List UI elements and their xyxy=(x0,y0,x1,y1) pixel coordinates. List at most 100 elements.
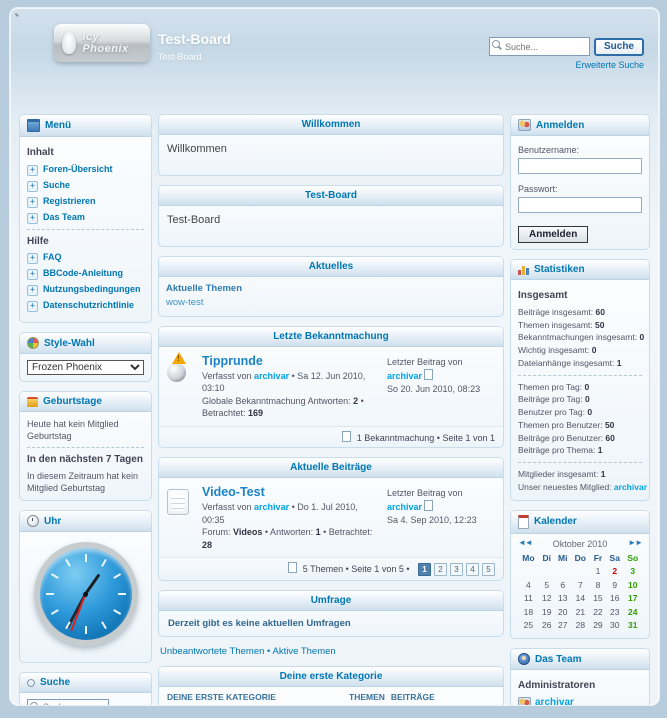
active-topics-link[interactable]: Aktive Themen xyxy=(272,646,335,657)
style-select[interactable]: Frozen Phoenix xyxy=(27,360,144,375)
username-field[interactable] xyxy=(518,158,642,174)
goto-post-icon[interactable] xyxy=(424,500,433,511)
calendar-day: 9 xyxy=(606,579,624,592)
list-item: +Nutzungsbedingungen xyxy=(27,284,144,296)
calendar-icon xyxy=(518,515,529,529)
list-item-link[interactable]: Registrieren xyxy=(43,196,96,207)
page-button[interactable]: 5 xyxy=(482,563,495,576)
author-link[interactable]: archivar xyxy=(254,502,289,512)
password-field[interactable] xyxy=(518,197,642,213)
page-button[interactable]: 3 xyxy=(450,563,463,576)
style-title: Style-Wahl xyxy=(44,338,95,349)
stat-value: 0 xyxy=(639,332,644,342)
clock-block: Uhr xyxy=(19,510,152,663)
plus-icon: + xyxy=(27,253,38,264)
divider xyxy=(27,229,144,230)
header-search-input[interactable] xyxy=(489,37,590,56)
replies-label: • Antworten: xyxy=(265,527,313,537)
login-button[interactable]: Anmelden xyxy=(518,226,588,243)
menu-title: Menü xyxy=(45,120,71,131)
stat-value: 1 xyxy=(598,445,603,455)
stat-line: Wichtig insgesamt: 0 xyxy=(518,344,642,357)
page-button[interactable]: 1 xyxy=(418,563,431,576)
list-item: +Das Team xyxy=(27,212,144,224)
calendar-day: 25 xyxy=(518,619,539,632)
calendar-day-header: Di xyxy=(539,552,555,565)
login-icon xyxy=(518,119,531,131)
stats-total-label: Insgesamt xyxy=(518,289,642,303)
last-post-author-link[interactable]: archivar xyxy=(387,502,422,512)
header-search-button[interactable]: Suche xyxy=(594,38,644,56)
clock-tick xyxy=(101,559,107,567)
news-header: Aktuelles xyxy=(159,257,503,277)
calendar-day: 17 xyxy=(624,592,642,605)
stat-value: 50 xyxy=(595,320,604,330)
page-button[interactable]: 4 xyxy=(466,563,479,576)
password-label: Passwort: xyxy=(518,183,642,195)
calendar-day: 12 xyxy=(539,592,555,605)
divider xyxy=(518,375,642,376)
newest-member-link[interactable]: archivar xyxy=(614,482,647,492)
list-item-link[interactable]: BBCode-Anleitung xyxy=(43,268,123,279)
calendar-day: 10 xyxy=(624,579,642,592)
last-post-author-link[interactable]: archivar xyxy=(387,371,422,381)
birthdays-upcoming-text: In diesem Zeitraum hat kein Mitglied Geb… xyxy=(27,470,144,494)
author-link[interactable]: archivar xyxy=(254,371,289,381)
style-block: Style-Wahl Frozen Phoenix xyxy=(19,332,152,382)
note-icon xyxy=(167,489,189,515)
advanced-search-link[interactable]: Erweiterte Suche xyxy=(575,60,644,70)
stat-label: Beiträge pro Thema: xyxy=(518,445,598,455)
logo-button[interactable]: Icy Phoenix xyxy=(54,24,150,62)
stat-line: Themen pro Benutzer: 50 xyxy=(518,419,642,432)
calendar-empty-cell xyxy=(571,565,590,578)
stat-value: 0 xyxy=(585,394,590,404)
announcement-block: Letzte Bekanntmachung Tipprunde Verfasst… xyxy=(158,326,504,448)
calendar-day: 1 xyxy=(590,565,606,578)
clock-tick xyxy=(101,621,107,629)
welcome-header: Willkommen xyxy=(159,115,503,135)
page-button[interactable]: 2 xyxy=(434,563,447,576)
sidebar-search-title: Suche xyxy=(40,677,70,688)
statistics-icon xyxy=(518,265,529,275)
calendar-day: 26 xyxy=(539,619,555,632)
plus-icon: + xyxy=(27,197,38,208)
recent-topic-link[interactable]: Video-Test xyxy=(202,485,265,499)
list-item-link[interactable]: Nutzungsbedingungen xyxy=(43,284,140,295)
quicklinks: Unbeantwortete Themen • Aktive Themen xyxy=(160,646,502,657)
calendar-day: 6 xyxy=(555,579,571,592)
soccer-ball-icon xyxy=(167,363,186,382)
unanswered-topics-link[interactable]: Unbeantwortete Themen xyxy=(160,646,264,657)
announcement-topic-link[interactable]: Tipprunde xyxy=(202,354,263,368)
stat-line: Beiträge pro Thema: 1 xyxy=(518,444,642,457)
left-sidebar: Menü Inhalt +Foren-Übersicht+Suche+Regis… xyxy=(19,114,152,706)
calendar-day: 2 xyxy=(606,565,624,578)
list-item-link[interactable]: Foren-Übersicht xyxy=(43,164,113,175)
list-item-link[interactable]: Suche xyxy=(43,180,70,191)
list-item-link[interactable]: Das Team xyxy=(43,212,85,223)
stat-label: Beiträge pro Benutzer: xyxy=(518,433,605,443)
category-column-topics: THEMEN xyxy=(349,692,385,702)
calendar-month-label: Oktober 2010 xyxy=(532,538,628,550)
calendar-day-header: Do xyxy=(571,552,590,565)
list-item-link[interactable]: FAQ xyxy=(43,252,62,263)
calendar-title: Kalender xyxy=(534,516,577,527)
stat-label: Benutzer pro Tag: xyxy=(518,407,587,417)
admin-link[interactable]: archivar xyxy=(535,696,574,706)
stat-line: Dateianhänge insgesamt: 1 xyxy=(518,357,642,370)
search-icon xyxy=(27,679,35,687)
calendar-grid: MoDiMiDoFrSaSo12345678910111213141516171… xyxy=(518,552,642,633)
news-topic-link[interactable]: wow-test xyxy=(166,297,203,310)
forum-link[interactable]: Videos xyxy=(233,527,262,537)
board-header: Test-Board xyxy=(159,186,503,206)
welcome-block: Willkommen Willkommen xyxy=(158,114,504,176)
calendar-prev-button[interactable]: ◄◄ xyxy=(518,538,532,549)
admins-label: Administratoren xyxy=(518,679,642,693)
calendar-day: 11 xyxy=(518,592,539,605)
calendar-day: 8 xyxy=(590,579,606,592)
sidebar-search-input[interactable] xyxy=(27,699,109,706)
calendar-next-button[interactable]: ►► xyxy=(628,538,642,549)
menu-content-list: +Foren-Übersicht+Suche+Registrieren+Das … xyxy=(27,164,144,224)
goto-post-icon[interactable] xyxy=(424,369,433,380)
list-item-link[interactable]: Datenschutzrichtlinie xyxy=(43,300,134,311)
calendar-empty-cell xyxy=(539,565,555,578)
